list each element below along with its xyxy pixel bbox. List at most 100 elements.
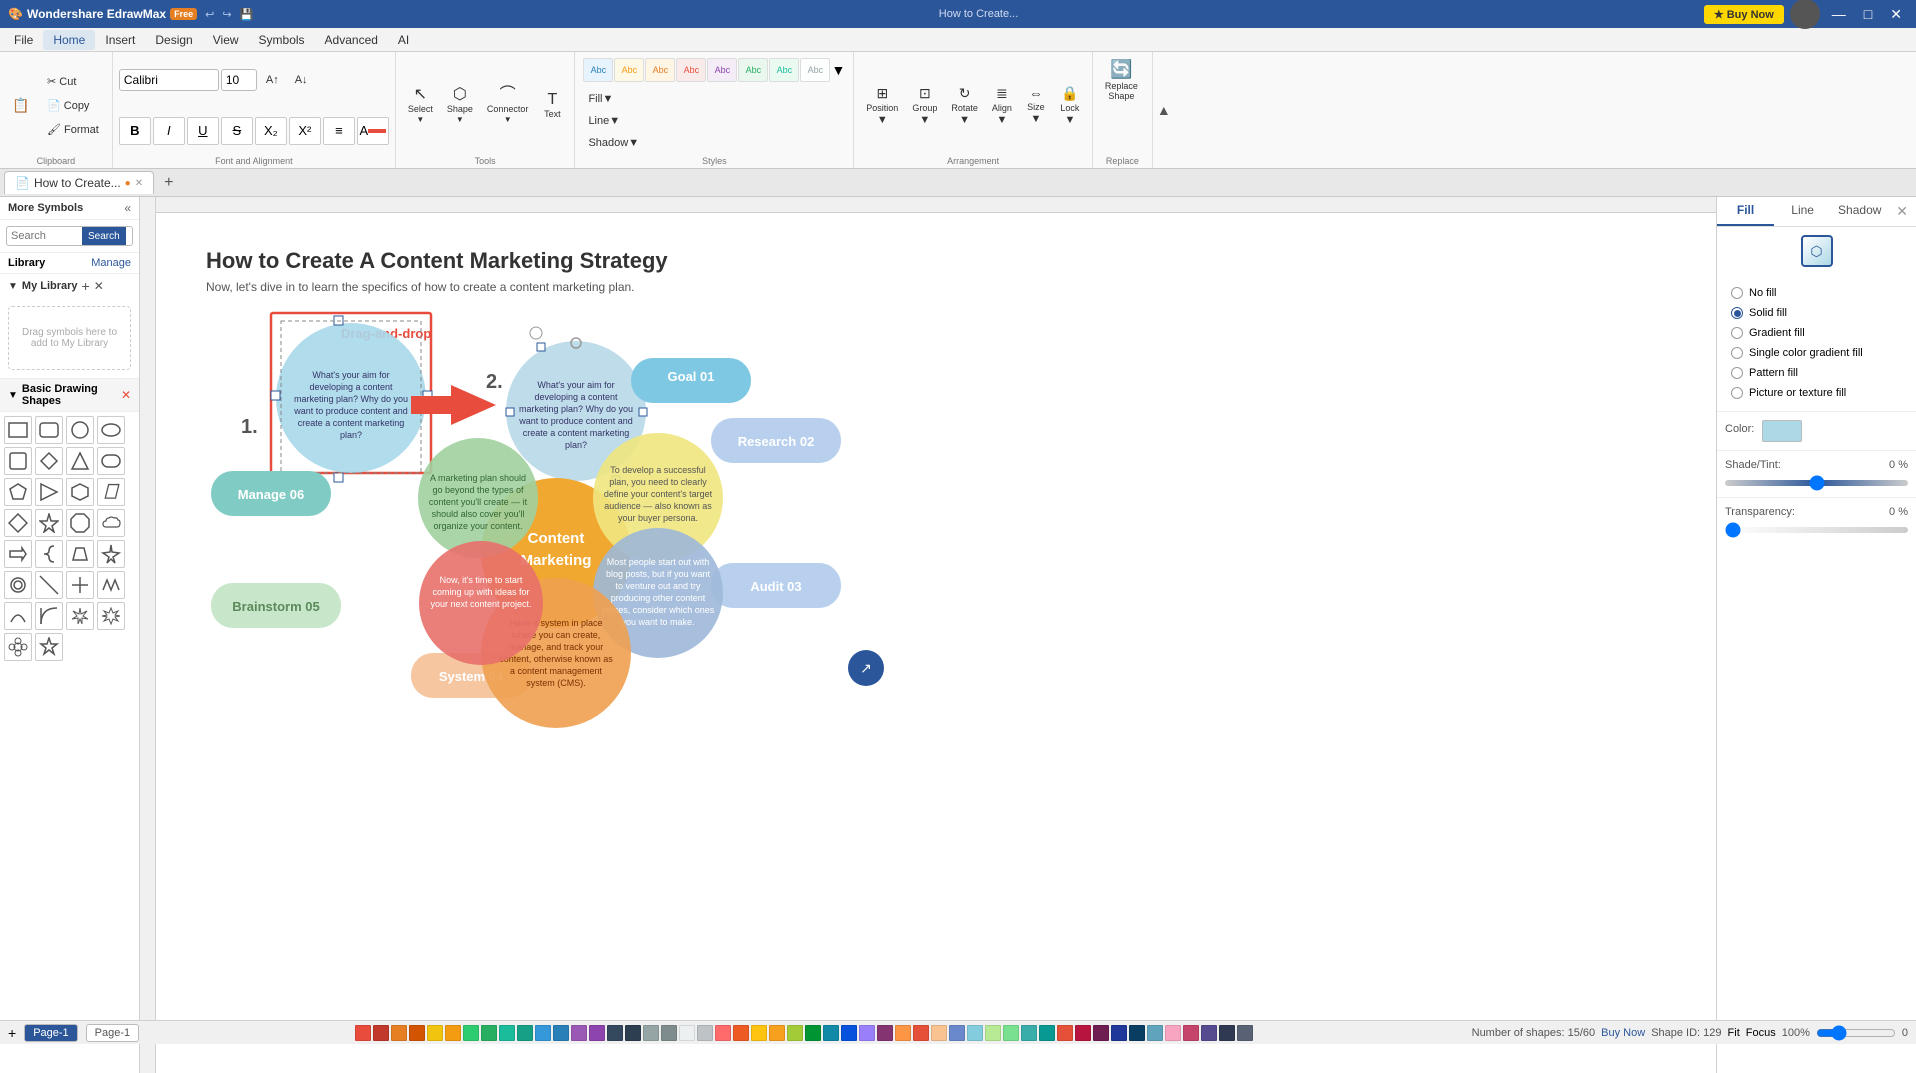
palette-color[interactable] xyxy=(697,1025,713,1041)
shape-circle2[interactable] xyxy=(4,571,32,599)
menu-home[interactable]: Home xyxy=(43,30,95,50)
handle-left-2[interactable] xyxy=(506,408,514,416)
shape-button[interactable]: ⬡ Shape ▼ xyxy=(441,84,479,127)
font-grow-button[interactable]: A↑ xyxy=(259,69,286,91)
transparency-slider[interactable] xyxy=(1725,527,1908,533)
palette-color[interactable] xyxy=(967,1025,983,1041)
palette-color[interactable] xyxy=(985,1025,1001,1041)
menu-advanced[interactable]: Advanced xyxy=(315,30,388,50)
undo-btn[interactable]: ↩ xyxy=(205,8,214,21)
coral-bubble[interactable] xyxy=(419,541,543,665)
palette-color[interactable] xyxy=(1165,1025,1181,1041)
palette-color[interactable] xyxy=(499,1025,515,1041)
palette-color[interactable] xyxy=(715,1025,731,1041)
action-circle-btn[interactable] xyxy=(848,650,884,686)
font-shrink-button[interactable]: A↓ xyxy=(288,69,315,91)
shape-zigzag[interactable] xyxy=(97,571,125,599)
shape-rhombus2[interactable] xyxy=(4,509,32,537)
group-button[interactable]: ⊡ Group▼ xyxy=(906,82,943,129)
palette-color[interactable] xyxy=(1183,1025,1199,1041)
shape-star3[interactable] xyxy=(97,540,125,568)
subscript-button[interactable]: X₂ xyxy=(255,117,287,145)
shape-crosshair[interactable] xyxy=(66,571,94,599)
shape-rounded-rect[interactable] xyxy=(35,416,63,444)
replace-shape-button[interactable]: 🔄 ReplaceShape xyxy=(1099,56,1144,104)
color-picker-button[interactable] xyxy=(1762,420,1802,442)
shape-ellipse[interactable] xyxy=(97,416,125,444)
style-chip-6[interactable]: Abc xyxy=(738,58,768,82)
tab-close-button[interactable]: ✕ xyxy=(135,178,143,189)
text-button[interactable]: T Text xyxy=(536,89,568,122)
handle-bottom[interactable] xyxy=(334,473,343,482)
handle-right-2[interactable] xyxy=(639,408,647,416)
shape-arc[interactable] xyxy=(4,602,32,630)
palette-color[interactable] xyxy=(1129,1025,1145,1041)
palette-color[interactable] xyxy=(1147,1025,1163,1041)
shape-brace[interactable] xyxy=(35,540,63,568)
menu-view[interactable]: View xyxy=(203,30,249,50)
no-fill-option[interactable]: No fill xyxy=(1725,283,1908,303)
menu-insert[interactable]: Insert xyxy=(95,30,145,50)
shape-rectangle[interactable] xyxy=(4,416,32,444)
text-color-button[interactable]: A xyxy=(357,117,389,145)
font-size-input[interactable] xyxy=(221,69,257,91)
handle-top-2[interactable] xyxy=(537,343,545,351)
add-library-button[interactable]: + xyxy=(82,278,90,294)
search-input[interactable] xyxy=(7,227,82,245)
line-tab[interactable]: Line xyxy=(1774,197,1831,226)
shape-rect-rounded2[interactable] xyxy=(97,447,125,475)
close-library-button[interactable]: ✕ xyxy=(94,279,104,293)
orange-cms-bubble[interactable] xyxy=(481,578,631,728)
yellow-bubble[interactable] xyxy=(593,433,723,563)
palette-color[interactable] xyxy=(913,1025,929,1041)
shape-triangle-right[interactable] xyxy=(35,478,63,506)
shape-octagon[interactable] xyxy=(66,509,94,537)
system-bubble[interactable] xyxy=(411,653,531,698)
collapse-panel-button[interactable]: « xyxy=(124,201,131,215)
palette-color[interactable] xyxy=(1219,1025,1235,1041)
rotate-button[interactable]: ↻ Rotate▼ xyxy=(945,82,984,129)
handle-right[interactable] xyxy=(423,391,432,400)
palette-color[interactable] xyxy=(481,1025,497,1041)
palette-color[interactable] xyxy=(949,1025,965,1041)
texture-fill-option[interactable]: Picture or texture fill xyxy=(1725,383,1908,403)
shape-rounded-square[interactable] xyxy=(4,447,32,475)
shape-circle[interactable] xyxy=(66,416,94,444)
style-chip-8[interactable]: Abc xyxy=(800,58,830,82)
palette-color[interactable] xyxy=(805,1025,821,1041)
paste-button[interactable]: 📋 xyxy=(6,94,38,117)
right-panel-close-button[interactable]: ✕ xyxy=(1888,197,1916,226)
solid-fill-option[interactable]: Solid fill xyxy=(1725,303,1908,323)
shape-hexagon[interactable] xyxy=(66,478,94,506)
focus-button[interactable]: Focus xyxy=(1746,1027,1776,1039)
bubble-2[interactable] xyxy=(506,341,646,481)
size-button[interactable]: ⇔ Size▼ xyxy=(1020,82,1052,128)
menu-symbols[interactable]: Symbols xyxy=(249,30,315,50)
maximize-button[interactable]: □ xyxy=(1858,4,1878,24)
shape-cloud[interactable] xyxy=(97,509,125,537)
page-tab-2[interactable]: Page-1 xyxy=(86,1024,139,1042)
single-gradient-option[interactable]: Single color gradient fill xyxy=(1725,343,1908,363)
minimize-button[interactable]: — xyxy=(1826,4,1852,24)
palette-color[interactable] xyxy=(391,1025,407,1041)
diagram-canvas[interactable]: How to Create A Content Marketing Strate… xyxy=(156,213,1716,1073)
buy-now-status-link[interactable]: Buy Now xyxy=(1601,1027,1645,1039)
palette-color[interactable] xyxy=(1003,1025,1019,1041)
connector-button[interactable]: ⌒ Connector ▼ xyxy=(481,84,535,127)
shape-triangle-eq[interactable] xyxy=(66,447,94,475)
menu-file[interactable]: File xyxy=(4,30,43,50)
redo-btn[interactable]: ↪ xyxy=(222,8,231,21)
buy-now-button[interactable]: ★ Buy Now xyxy=(1704,5,1784,24)
palette-color[interactable] xyxy=(1093,1025,1109,1041)
palette-color[interactable] xyxy=(1201,1025,1217,1041)
palette-color[interactable] xyxy=(445,1025,461,1041)
green-bubble[interactable] xyxy=(418,438,538,558)
page-tab-1[interactable]: Page-1 xyxy=(24,1024,77,1042)
menu-design[interactable]: Design xyxy=(145,30,202,50)
manage-bubble[interactable] xyxy=(211,471,331,516)
shape-star8[interactable] xyxy=(66,602,94,630)
fill-dropdown-button[interactable]: Fill▼ xyxy=(581,88,620,110)
shape-star4[interactable] xyxy=(35,509,63,537)
palette-color[interactable] xyxy=(427,1025,443,1041)
shape-quarter-circle[interactable] xyxy=(35,602,63,630)
